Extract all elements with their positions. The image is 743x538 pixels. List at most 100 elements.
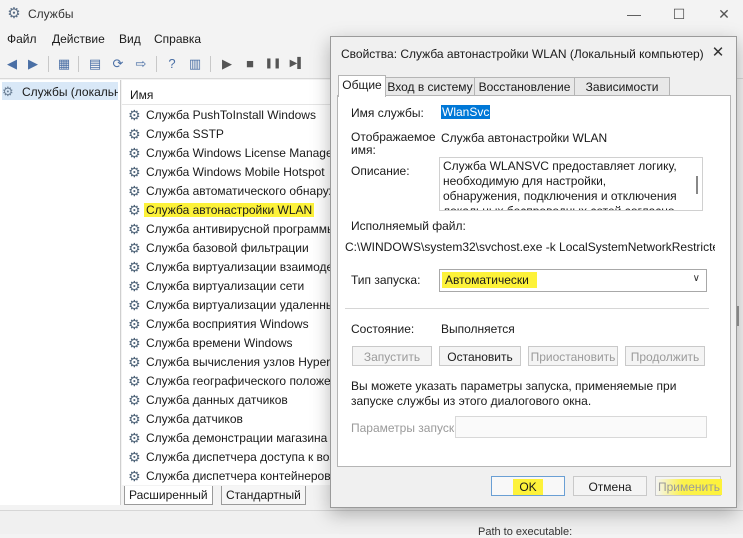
service-row[interactable]: ⚙ Служба антивирусной программы (126, 220, 332, 239)
tab-standard[interactable]: Стандартный (221, 486, 306, 505)
toolbar-separator (48, 56, 49, 72)
service-gear-icon: ⚙ (128, 259, 141, 275)
description-label: Описание: (351, 164, 410, 178)
service-row-label: Служба PushToInstall Windows (146, 108, 316, 122)
service-row-label: Служба восприятия Windows (146, 317, 309, 331)
status-value: Выполняется (441, 322, 515, 336)
display-name-value[interactable]: Служба автонастройки WLAN (441, 131, 607, 145)
tab-extended[interactable]: Расширенный (124, 486, 213, 505)
properties-dialog: Свойства: Служба автонастройки WLAN (Лок… (330, 36, 737, 508)
service-row[interactable]: ⚙ Служба демонстрации магазина (126, 429, 332, 448)
service-row[interactable]: ⚙ Служба автоматического обнаружения (126, 182, 332, 201)
service-gear-icon: ⚙ (128, 373, 141, 389)
forward-icon[interactable]: ▶ (24, 55, 42, 73)
ok-button[interactable]: OK (491, 476, 565, 496)
console-tree-icon[interactable]: ▦ (55, 55, 73, 73)
service-row[interactable]: ⚙ Служба SSTP (126, 125, 332, 144)
background-status-text: Path to executable: (478, 526, 573, 538)
service-name-value[interactable]: WlanSvc (441, 105, 491, 119)
pause-icon[interactable]: ❚❚ (264, 55, 282, 73)
properties-icon[interactable]: ▤ (86, 55, 104, 73)
menu-action[interactable]: Действие (52, 32, 105, 46)
maximize-button[interactable]: ☐ (666, 4, 692, 24)
export-icon[interactable]: ⇨ (132, 55, 150, 73)
description-box[interactable]: Служба WLANSVC предоставляет логику, нео… (439, 157, 703, 211)
close-window-button[interactable]: ✕ (711, 4, 737, 24)
menu-help[interactable]: Справка (154, 32, 201, 46)
service-row[interactable]: ⚙ Служба Windows Mobile Hotspot (126, 163, 332, 182)
menu-file[interactable]: Файл (7, 32, 37, 46)
service-row-label: Служба автонастройки WLAN (144, 203, 315, 217)
description-scrollbar-thumb[interactable] (696, 176, 698, 194)
console-icon[interactable]: ▥ (186, 55, 204, 73)
start-button[interactable]: Запустить (352, 346, 432, 366)
resume-button[interactable]: Продолжить (625, 346, 705, 366)
service-gear-icon: ⚙ (128, 240, 141, 256)
stop-service-button[interactable]: Остановить (439, 346, 521, 366)
main-window-title: Службы (28, 7, 74, 21)
service-row-label: Служба антивирусной программы (146, 222, 332, 236)
service-row[interactable]: ⚙ Служба диспетчера контейнеров (126, 467, 332, 486)
service-row[interactable]: ⚙ Служба данных датчиков (126, 391, 332, 410)
services-gear-icon: ⚙ (2, 84, 14, 99)
description-text: Служба WLANSVC предоставляет логику, нео… (443, 159, 677, 211)
minimize-button[interactable]: — (621, 4, 647, 24)
service-row[interactable]: ⚙ Служба географического положения (126, 372, 332, 391)
service-row[interactable]: ⚙ Служба виртуализации удаленных (126, 296, 332, 315)
dialog-close-button[interactable]: ✕ (706, 43, 730, 63)
refresh-icon[interactable]: ⟳ (109, 55, 127, 73)
ok-button-label: OK (513, 479, 543, 495)
apply-button[interactable]: Применить (655, 476, 723, 496)
toolbar-separator (156, 56, 157, 72)
column-header-name[interactable]: Имя (122, 84, 332, 105)
service-row[interactable]: ⚙ Служба датчиков (126, 410, 332, 429)
service-row[interactable]: ⚙ Служба времени Windows (126, 334, 332, 353)
divider (345, 308, 709, 309)
back-icon[interactable]: ◀ (3, 55, 21, 73)
service-row[interactable]: ⚙ Служба восприятия Windows (126, 315, 332, 334)
service-row[interactable]: ⚙ Служба вычисления узлов Hyper-V (126, 353, 332, 372)
restart-icon[interactable]: ▶▌ (288, 55, 306, 73)
service-row[interactable]: ⚙ Служба виртуализации взаимодействия (126, 258, 332, 277)
play-icon[interactable]: ▶ (218, 55, 236, 73)
service-row[interactable]: ⚙ Служба Windows License Manager (126, 144, 332, 163)
service-row[interactable]: ⚙ Служба PushToInstall Windows (126, 106, 332, 125)
service-row[interactable]: ⚙ Служба диспетчера доступа к возможностя… (126, 448, 332, 467)
service-name-label: Имя службы: (351, 106, 424, 120)
service-gear-icon: ⚙ (128, 202, 141, 218)
pause-button[interactable]: Приостановить (528, 346, 618, 366)
apply-button-label: Применить (656, 479, 723, 495)
dialog-title: Свойства: Служба автонастройки WLAN (Лок… (341, 47, 704, 61)
tab-logon[interactable]: Вход в систему (385, 77, 475, 96)
menu-view[interactable]: Вид (119, 32, 141, 46)
tab-dependencies[interactable]: Зависимости (574, 77, 670, 96)
service-row-label: Служба диспетчера доступа к возможностям (146, 450, 332, 464)
service-row-label: Служба виртуализации взаимодействия (146, 260, 332, 274)
description-scrollbar[interactable] (692, 158, 702, 210)
startup-type-select[interactable]: Автоматически ∨ (439, 269, 707, 292)
status-label: Состояние: (351, 322, 415, 336)
stop-icon[interactable]: ■ (241, 55, 259, 73)
help-icon[interactable]: ? (163, 55, 181, 73)
startup-type-value: Автоматически (442, 272, 537, 288)
tab-recovery[interactable]: Восстановление (474, 77, 575, 96)
service-gear-icon: ⚙ (128, 221, 141, 237)
service-gear-icon: ⚙ (128, 430, 141, 446)
statusbar (0, 510, 743, 534)
service-row-label: Служба географического положения (146, 374, 332, 388)
service-gear-icon: ⚙ (128, 392, 141, 408)
service-gear-icon: ⚙ (128, 316, 141, 332)
service-row-label: Служба автоматического обнаружения (146, 184, 332, 198)
startup-params-input[interactable] (455, 416, 707, 438)
service-gear-icon: ⚙ (128, 107, 141, 123)
service-row[interactable]: ⚙ Служба виртуализации сети (126, 277, 332, 296)
service-row[interactable]: ⚙ Служба автонастройки WLAN (126, 201, 332, 220)
service-gear-icon: ⚙ (128, 449, 141, 465)
service-row[interactable]: ⚙ Служба базовой фильтрации (126, 239, 332, 258)
service-gear-icon: ⚙ (128, 411, 141, 427)
tab-general[interactable]: Общие (338, 75, 386, 97)
cancel-button[interactable]: Отмена (573, 476, 647, 496)
startup-type-label: Тип запуска: (351, 273, 421, 287)
service-row-label: Служба Windows Mobile Hotspot (146, 165, 325, 179)
toolbar-separator (210, 56, 211, 72)
